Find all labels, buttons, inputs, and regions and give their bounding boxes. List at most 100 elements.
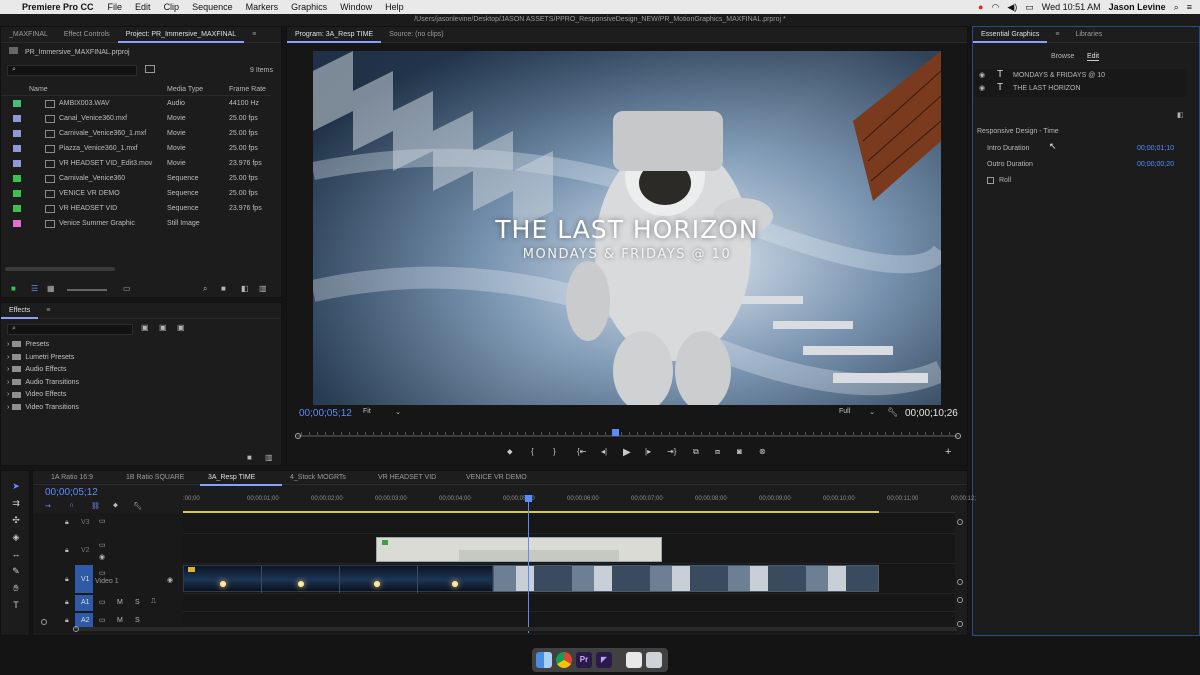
new-bin-icon[interactable] [145, 65, 155, 73]
linked-icon[interactable]: ⛓︎ [91, 502, 100, 510]
label-color-chip[interactable] [13, 160, 21, 167]
mark-out-icon[interactable]: } [553, 447, 556, 456]
effects-folder[interactable]: › Audio Transitions [7, 379, 79, 386]
insert-icon[interactable]: ⧉ [693, 447, 699, 457]
effects-folder[interactable]: › Video Effects [7, 391, 66, 398]
layer-item[interactable]: ◉ T THE LAST HORIZON [975, 82, 1187, 95]
effects-folder[interactable]: › Presets [7, 341, 49, 348]
go-to-out-icon[interactable]: ⇥} [667, 447, 676, 456]
search-field[interactable]: ⌕ [7, 65, 137, 76]
seq-tab-1a[interactable]: 1A Ratio 16:9 [43, 470, 118, 486]
mute-button[interactable]: M [117, 617, 123, 624]
vscroll-handle-top[interactable] [957, 519, 963, 525]
lock-icon[interactable]: 🔒︎ [65, 576, 69, 584]
video-frame[interactable]: THE LAST HORIZON MONDAYS & FRIDAYS @ 10 [313, 51, 941, 405]
sync-icon[interactable]: ▭ [99, 517, 106, 525]
seq-tab-1b[interactable]: 1B Ratio SQUARE [118, 470, 200, 486]
app-menu[interactable]: Premiere Pro CC [22, 2, 94, 12]
effects-new-bin-icon[interactable]: ■ [247, 453, 252, 462]
effects-folder[interactable]: › Lumetri Presets [7, 354, 74, 361]
battery-icon[interactable]: ▭ [1025, 2, 1034, 13]
add-button-icon[interactable]: + [945, 446, 951, 458]
wifi-icon[interactable]: ◠ [991, 2, 999, 13]
mark-in-icon[interactable]: { [531, 447, 534, 456]
lock-icon[interactable]: 🔒︎ [65, 617, 69, 625]
nest-icon[interactable]: ⇝ [45, 502, 51, 510]
program-playhead[interactable] [611, 429, 619, 436]
tab-source[interactable]: Source: (no clips) [381, 27, 451, 43]
menu-list-icon[interactable]: ≡ [1187, 2, 1192, 12]
effects-search[interactable]: ⌕ [7, 324, 133, 335]
user-name[interactable]: Jason Levine [1109, 2, 1166, 12]
project-item-row[interactable]: Piazza_Venice360_1.mxf Movie 25.00 fps [1, 141, 271, 156]
eye-icon[interactable]: ◉ [167, 576, 173, 584]
fit-dropdown[interactable]: Fit ⌄ [363, 408, 403, 419]
menu-markers[interactable]: Markers [246, 2, 279, 12]
scrub-start-handle[interactable] [295, 433, 301, 439]
new-bin-button-icon[interactable]: ■ [221, 284, 226, 293]
project-item-row[interactable]: VENICE VR DEMO Sequence 25.00 fps [1, 186, 271, 201]
list-view-icon[interactable]: ☰ [31, 284, 38, 293]
new-item-icon[interactable]: ◧ [241, 284, 249, 293]
add-marker-icon[interactable]: ⬥ [113, 502, 118, 510]
label-color-chip[interactable] [13, 205, 21, 212]
lock-icon[interactable]: 🔒︎ [65, 519, 69, 527]
project-item-row[interactable]: VR HEADSET VID Sequence 23.976 fps [1, 201, 271, 216]
tab-effects[interactable]: Effects [1, 303, 39, 319]
track-area[interactable] [183, 495, 963, 633]
track-label-v1[interactable]: V1 [81, 576, 90, 583]
slip-tool-icon[interactable]: ↔ [10, 549, 22, 561]
seq-tab-4[interactable]: 4_Stock MOGRTs [282, 470, 370, 486]
quality-dropdown[interactable]: Full ⌄ [839, 408, 877, 419]
project-item-row[interactable]: Venice Summer Graphic Still Image [1, 216, 271, 231]
col-media-type[interactable]: Media Type [167, 86, 203, 93]
tab-program[interactable]: Program: 3A_Resp TIME [287, 27, 382, 43]
disclosure-triangle-icon[interactable]: › [7, 391, 9, 398]
label-color-chip[interactable] [13, 175, 21, 182]
timeline-settings-icon[interactable]: 🔧︎ [133, 502, 142, 510]
mic-icon[interactable]: ⎍ [151, 598, 156, 606]
sync-icon[interactable]: ▭ [99, 569, 106, 577]
scrub-end-handle[interactable] [955, 433, 961, 439]
overwrite-icon[interactable]: ⧈ [715, 447, 720, 457]
track-label-a1[interactable]: A1 [81, 599, 90, 606]
menu-window[interactable]: Window [340, 2, 372, 12]
vscroll-handle-audio[interactable] [957, 621, 963, 627]
step-forward-icon[interactable]: |▸ [645, 447, 651, 456]
project-item-row[interactable]: Carnivale_Venice360 Sequence 25.00 fps [1, 171, 271, 186]
media-encoder-icon[interactable]: ◤ [596, 652, 612, 668]
panel-menu-icon[interactable]: ≡ [244, 27, 264, 43]
label-color-chip[interactable] [13, 130, 21, 137]
graphic-clip-v2[interactable] [376, 537, 662, 562]
selection-tool-icon[interactable]: ➤ [10, 481, 22, 493]
effects-trash-icon[interactable]: ▥ [265, 453, 273, 462]
effects-menu-icon[interactable]: ≡ [38, 303, 58, 319]
timeline-scrollbar[interactable] [73, 626, 957, 632]
vscroll-handle-mid[interactable] [957, 579, 963, 585]
label-color-chip[interactable] [13, 115, 21, 122]
trash-icon[interactable] [646, 652, 662, 668]
col-name[interactable]: Name [29, 86, 48, 93]
snap-icon[interactable]: ∩ [69, 502, 74, 509]
label-color-chip[interactable] [13, 100, 21, 107]
type-tool-icon[interactable]: T [10, 600, 22, 612]
menu-help[interactable]: Help [385, 2, 404, 12]
timeline-timecode[interactable]: 00;00;05;12 [45, 487, 98, 498]
col-frame-rate[interactable]: Frame Rate [229, 86, 266, 93]
timeline-zoom-handle[interactable] [41, 619, 47, 625]
disclosure-triangle-icon[interactable]: › [7, 379, 9, 386]
lock-icon[interactable]: ■ [11, 284, 16, 293]
sort-icon[interactable]: ▭ [123, 284, 131, 293]
tab-effect-controls[interactable]: Effect Controls [56, 27, 118, 43]
wrench-icon[interactable]: 🔧︎ [887, 407, 898, 418]
tab-project[interactable]: Project: PR_Immersive_MAXFINAL [117, 27, 245, 43]
seq-tab-vr-headset[interactable]: VR HEADSET VID [370, 470, 458, 486]
lock-icon[interactable]: 🔒︎ [65, 599, 69, 607]
project-item-row[interactable]: Canal_Venice360.mxf Movie 25.00 fps [1, 111, 271, 126]
creative-cloud-icon[interactable]: ● [978, 2, 983, 12]
effects-folder[interactable]: › Video Transitions [7, 404, 79, 411]
accelerated-effects-icon[interactable]: ▣ [141, 323, 149, 332]
pen-tool-icon[interactable]: ✎ [10, 566, 22, 578]
zoom-slider[interactable] [67, 289, 107, 291]
outro-duration-value[interactable]: 00;00;00;20 [1137, 161, 1174, 168]
